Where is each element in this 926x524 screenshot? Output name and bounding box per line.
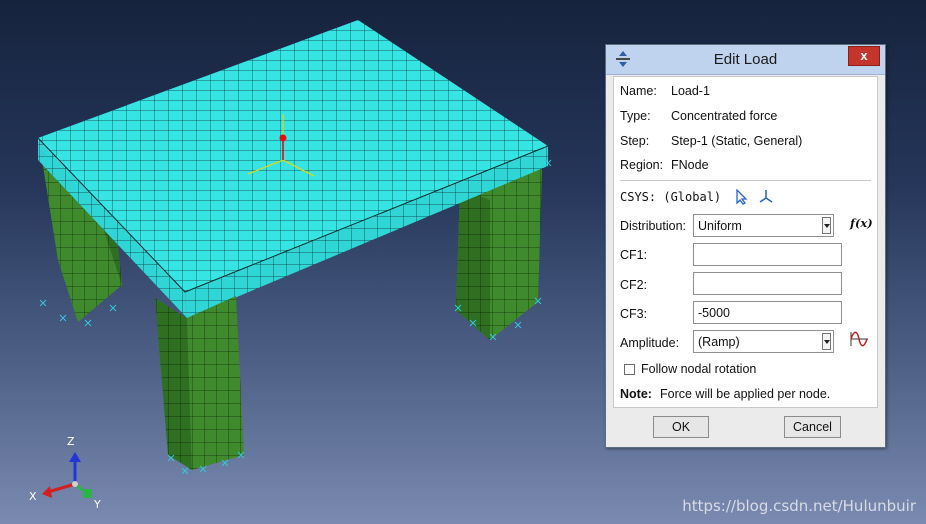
step-label: Step: — [620, 134, 650, 148]
cf1-input[interactable] — [693, 243, 842, 266]
note-text: Force will be applied per node. — [660, 387, 831, 401]
note-label: Note: — [620, 387, 652, 401]
type-label: Type: — [620, 109, 651, 123]
cf3-label: CF3: — [620, 307, 648, 321]
dropdown-arrow-icon[interactable] — [822, 217, 831, 234]
amplitude-label: Amplitude: — [620, 336, 680, 350]
name-value: Load-1 — [671, 84, 710, 98]
cf2-label: CF2: — [620, 278, 648, 292]
triad-z-label: Z — [67, 435, 75, 448]
cf3-input[interactable]: -5000 — [693, 301, 842, 324]
name-label: Name: — [620, 84, 657, 98]
distribution-select[interactable]: Uniform — [693, 214, 834, 237]
edit-load-dialog: Edit Load x Name: Load-1 Type: Concentra… — [605, 44, 886, 448]
follow-nodal-rotation-checkbox[interactable] — [624, 364, 635, 375]
triad-x-label: X — [29, 490, 37, 503]
amplitude-value: (Ramp) — [698, 335, 740, 349]
triad-y-label: Y — [94, 498, 101, 511]
follow-nodal-rotation-label: Follow nodal rotation — [641, 362, 757, 376]
distribution-value: Uniform — [698, 219, 742, 233]
separator — [620, 180, 871, 181]
dialog-title: Edit Load — [713, 51, 778, 68]
distribution-label: Distribution: — [620, 219, 686, 233]
region-value: FNode — [671, 158, 709, 172]
amplitude-curve-icon[interactable] — [849, 330, 869, 348]
csys-label: CSYS: (Global) — [620, 190, 722, 204]
leg-front — [155, 296, 244, 470]
type-value: Concentrated force — [671, 109, 778, 123]
dropdown-arrow-icon[interactable] — [822, 333, 831, 350]
csys-triad-icon[interactable] — [758, 188, 774, 204]
global-triad — [42, 452, 92, 498]
cf2-input[interactable] — [693, 272, 842, 295]
fx-icon[interactable]: f(x) — [850, 216, 873, 230]
close-button[interactable]: x — [848, 46, 880, 66]
ok-button[interactable]: OK — [653, 416, 709, 438]
watermark: https://blog.csdn.net/Hulunbuir — [682, 497, 916, 515]
cf1-label: CF1: — [620, 248, 648, 262]
cancel-button[interactable]: Cancel — [784, 416, 841, 438]
dialog-titlebar[interactable]: Edit Load x — [606, 45, 885, 75]
dialog-panel: Name: Load-1 Type: Concentrated force St… — [613, 76, 878, 408]
region-label: Region: — [620, 158, 664, 172]
select-arrow-icon[interactable] — [735, 189, 749, 205]
amplitude-select[interactable]: (Ramp) — [693, 330, 834, 353]
step-value: Step-1 (Static, General) — [671, 134, 803, 148]
